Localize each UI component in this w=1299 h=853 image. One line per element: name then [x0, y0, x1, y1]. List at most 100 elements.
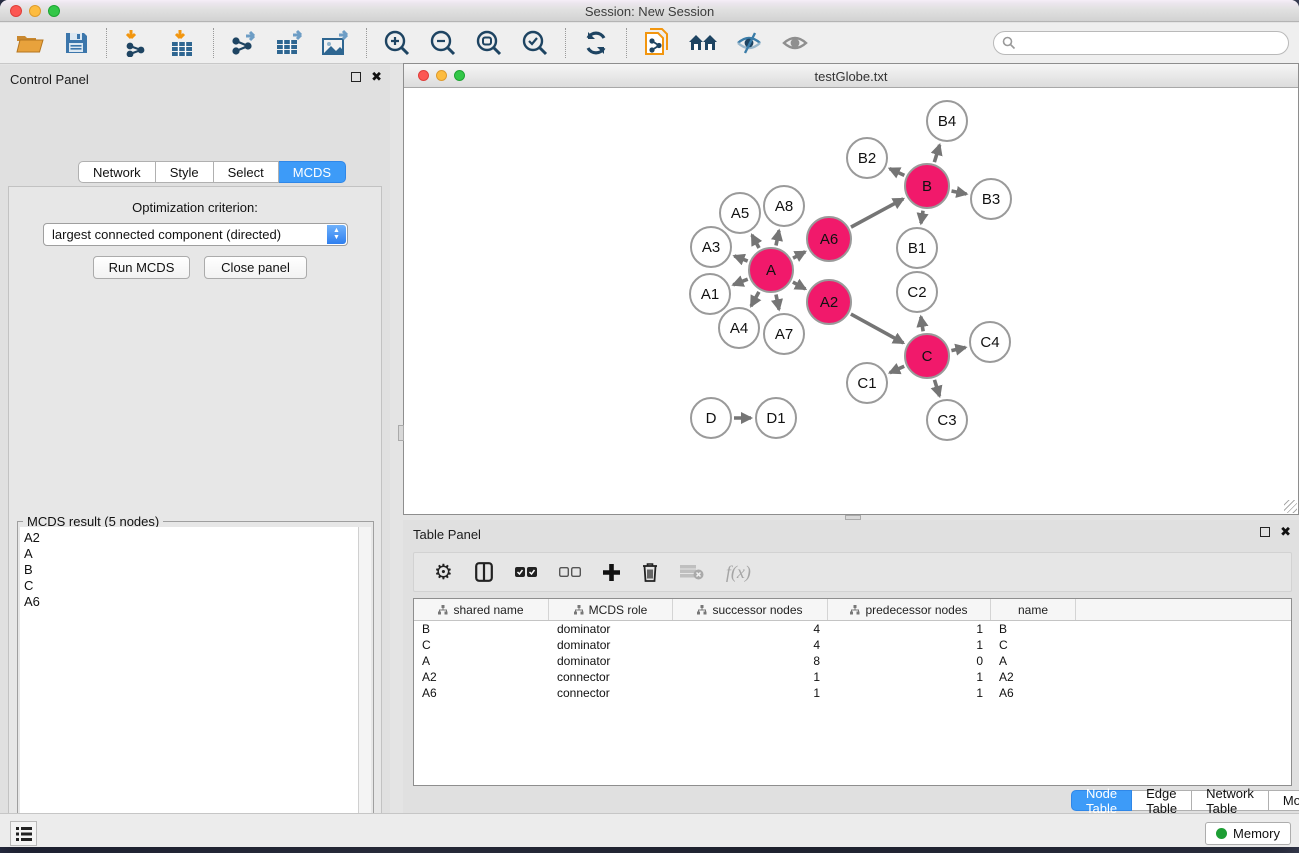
table-cell[interactable]: 1: [673, 670, 828, 684]
first-neighbors-icon[interactable]: [687, 27, 719, 59]
column-header-name[interactable]: name: [991, 599, 1076, 620]
save-session-icon[interactable]: [60, 27, 92, 59]
show-columns-icon[interactable]: [475, 562, 493, 582]
mcds-result-item[interactable]: C: [24, 578, 358, 594]
graph-edge-A-A4[interactable]: [751, 292, 759, 306]
graph-node-C4[interactable]: C4: [969, 321, 1011, 363]
node-table[interactable]: shared nameMCDS rolesuccessor nodesprede…: [413, 598, 1292, 786]
table-cell[interactable]: A: [414, 654, 549, 668]
mcds-result-item[interactable]: A: [24, 546, 358, 562]
graph-edge-A-A5[interactable]: [752, 235, 759, 248]
table-cell[interactable]: 1: [828, 622, 991, 636]
table-cell[interactable]: C: [414, 638, 549, 652]
table-cell[interactable]: 4: [673, 622, 828, 636]
hide-selected-icon[interactable]: [733, 27, 765, 59]
graph-node-A4[interactable]: A4: [718, 307, 760, 349]
graph-edge-C-C1[interactable]: [890, 366, 904, 372]
graph-edge-A6-B[interactable]: [851, 199, 903, 227]
graph-node-A2[interactable]: A2: [806, 279, 852, 325]
graph-edge-A-A8[interactable]: [776, 230, 779, 245]
mcds-result-item[interactable]: A6: [24, 594, 358, 610]
graph-node-B2[interactable]: B2: [846, 137, 888, 179]
column-header-MCDS-role[interactable]: MCDS role: [549, 599, 673, 620]
graph-node-D1[interactable]: D1: [755, 397, 797, 439]
table-row[interactable]: A6connector11A6: [414, 685, 1291, 701]
export-table-icon[interactable]: [274, 27, 306, 59]
graph-edge-A-A3[interactable]: [734, 256, 747, 261]
table-cell[interactable]: C: [991, 638, 1076, 652]
graph-node-B[interactable]: B: [904, 163, 950, 209]
graph-edge-B-B3[interactable]: [951, 191, 966, 194]
float-panel-icon[interactable]: [1260, 527, 1270, 537]
graph-edge-C-C2[interactable]: [921, 317, 923, 332]
graph-node-B4[interactable]: B4: [926, 100, 968, 142]
table-cell[interactable]: 4: [673, 638, 828, 652]
graph-node-A6[interactable]: A6: [806, 216, 852, 262]
table-cell[interactable]: A2: [414, 670, 549, 684]
graph-node-C1[interactable]: C1: [846, 362, 888, 404]
column-header-predecessor-nodes[interactable]: predecessor nodes: [828, 599, 991, 620]
open-session-icon[interactable]: [14, 27, 46, 59]
column-header-shared-name[interactable]: shared name: [414, 599, 549, 620]
table-cell[interactable]: A6: [991, 686, 1076, 700]
delete-column-icon[interactable]: [642, 562, 658, 582]
graph-edge-B-B1[interactable]: [921, 211, 923, 224]
window-resize-grip[interactable]: [1284, 500, 1297, 513]
import-table-icon[interactable]: [167, 27, 199, 59]
criterion-select[interactable]: largest connected component (directed) ▲…: [43, 223, 348, 246]
table-cell[interactable]: dominator: [549, 638, 673, 652]
graph-edge-A-A2[interactable]: [793, 282, 805, 289]
graph-node-D[interactable]: D: [690, 397, 732, 439]
zoom-in-icon[interactable]: [381, 27, 413, 59]
tab-network-table[interactable]: Network Table: [1192, 790, 1269, 811]
graph-node-A3[interactable]: A3: [690, 226, 732, 268]
graph-edge-C-C3[interactable]: [934, 380, 939, 396]
table-cell[interactable]: A6: [414, 686, 549, 700]
network-canvas[interactable]: B4B2BB3A8A5A6A3B1AC2A1A2A4A7C4CC1C3DD1: [404, 89, 1298, 514]
graph-edge-B-B4[interactable]: [934, 145, 939, 162]
close-panel-icon[interactable]: ✖: [1280, 527, 1291, 537]
graph-node-A[interactable]: A: [748, 247, 794, 293]
graph-node-C2[interactable]: C2: [896, 271, 938, 313]
search-input[interactable]: [993, 31, 1289, 55]
network-window-titlebar[interactable]: testGlobe.txt: [404, 64, 1298, 88]
graph-node-A5[interactable]: A5: [719, 192, 761, 234]
graph-node-A8[interactable]: A8: [763, 185, 805, 227]
table-cell[interactable]: 1: [673, 686, 828, 700]
graph-node-C3[interactable]: C3: [926, 399, 968, 441]
zoom-fit-icon[interactable]: [473, 27, 505, 59]
graph-node-A7[interactable]: A7: [763, 313, 805, 355]
table-cell[interactable]: A2: [991, 670, 1076, 684]
import-network-icon[interactable]: [121, 27, 153, 59]
graph-edge-A-A6[interactable]: [793, 252, 805, 258]
table-cell[interactable]: connector: [549, 670, 673, 684]
table-row[interactable]: A2connector11A2: [414, 669, 1291, 685]
table-row[interactable]: Cdominator41C: [414, 637, 1291, 653]
graph-edge-A-A1[interactable]: [733, 279, 747, 285]
mcds-result-item[interactable]: A2: [24, 530, 358, 546]
tab-edge-table[interactable]: Edge Table: [1132, 790, 1192, 811]
table-cell[interactable]: dominator: [549, 622, 673, 636]
deselect-all-rows-icon[interactable]: [559, 567, 581, 578]
table-settings-gear-icon[interactable]: ⚙: [434, 560, 453, 585]
tab-motifs[interactable]: Motifs: [1269, 790, 1299, 811]
run-mcds-button[interactable]: Run MCDS: [93, 256, 190, 279]
graph-node-B3[interactable]: B3: [970, 178, 1012, 220]
tab-network[interactable]: Network: [78, 161, 156, 183]
table-cell[interactable]: B: [991, 622, 1076, 636]
graph-edge-A-A7[interactable]: [776, 294, 779, 309]
float-panel-icon[interactable]: [351, 72, 361, 82]
memory-button[interactable]: Memory: [1205, 822, 1291, 845]
table-row[interactable]: Bdominator41B: [414, 621, 1291, 637]
graph-edge-B-B2[interactable]: [890, 169, 905, 176]
table-cell[interactable]: 1: [828, 670, 991, 684]
table-cell[interactable]: connector: [549, 686, 673, 700]
add-column-icon[interactable]: [603, 564, 620, 581]
tab-node-table[interactable]: Node Table: [1071, 790, 1132, 811]
graph-edge-A2-C[interactable]: [851, 314, 903, 343]
zoom-selected-icon[interactable]: [519, 27, 551, 59]
graph-node-B1[interactable]: B1: [896, 227, 938, 269]
task-history-button[interactable]: [10, 821, 37, 846]
table-cell[interactable]: 1: [828, 686, 991, 700]
table-row[interactable]: Adominator80A: [414, 653, 1291, 669]
